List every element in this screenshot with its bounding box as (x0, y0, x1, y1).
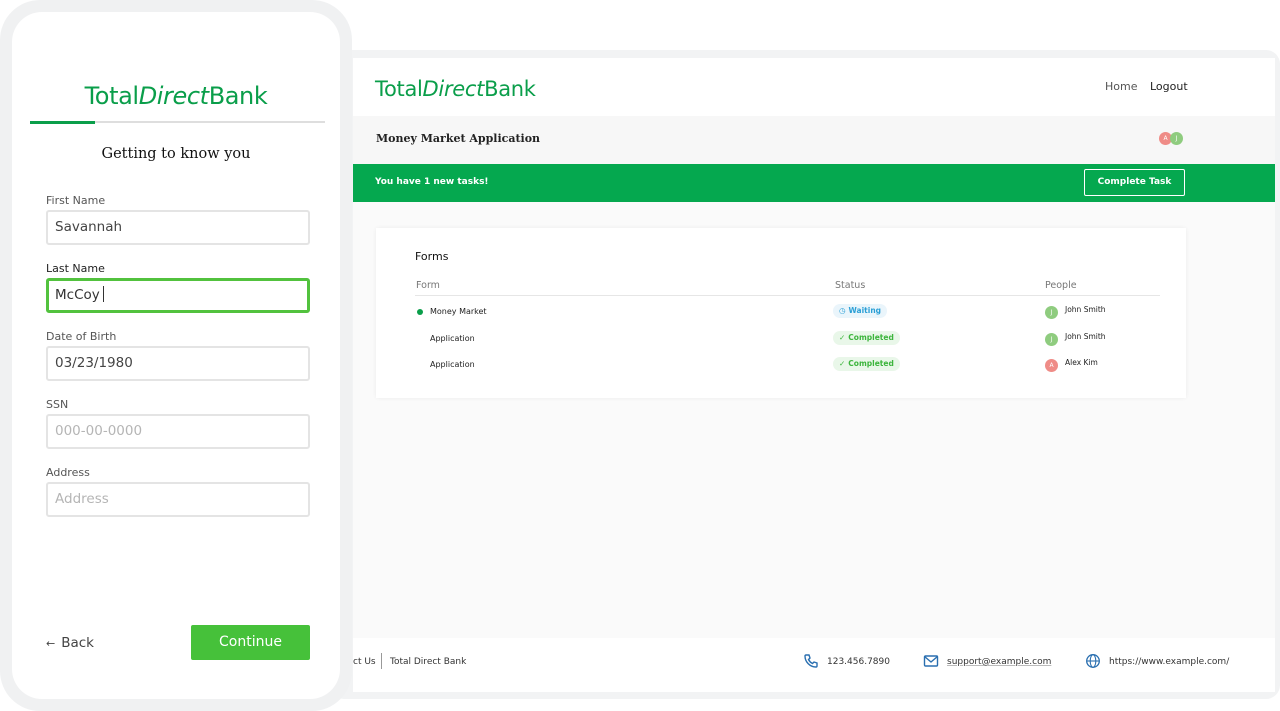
status-badge: ◷ Waiting (833, 304, 888, 318)
avatar[interactable]: J (1170, 132, 1183, 145)
continue-button[interactable]: Continue (191, 625, 310, 660)
last-name-label: Last Name (46, 262, 105, 275)
avatar: J (1045, 333, 1058, 346)
person-name: John Smith (1065, 332, 1106, 341)
column-header-people: People (1045, 280, 1077, 291)
form-name: Application (430, 334, 475, 343)
task-banner: You have 1 new tasks! Complete Task (353, 164, 1275, 202)
dob-label: Date of Birth (46, 330, 117, 343)
phone-screen: TotalDirectBank Getting to know you Firs… (12, 12, 340, 699)
footer-phone[interactable]: 123.456.7890 (827, 657, 890, 667)
back-button[interactable]: ← Back (46, 635, 94, 651)
arrow-left-icon: ← (46, 637, 56, 650)
desktop-window: TotalDirectBank Home Logout Money Market… (353, 58, 1275, 692)
person-name: Alex Kim (1065, 358, 1098, 367)
phone-icon (804, 654, 818, 668)
column-header-form: Form (416, 280, 440, 291)
dob-field[interactable]: 03/23/1980 (46, 346, 310, 381)
status-badge: ✓ Completed (833, 357, 900, 371)
progress-bar (30, 121, 95, 124)
nav-logout-link[interactable]: Logout (1150, 80, 1188, 93)
check-icon: ✓ (839, 359, 846, 368)
column-header-status: Status (835, 280, 866, 291)
first-name-field[interactable]: Savannah (46, 210, 310, 245)
complete-task-button[interactable]: Complete Task (1084, 169, 1185, 196)
forms-card: Forms Form Status People Money Market ◷ W… (376, 228, 1186, 398)
footer-contact-link[interactable]: ct Us (353, 657, 376, 667)
task-banner-text: You have 1 new tasks! (375, 177, 489, 187)
phone-frame: TotalDirectBank Getting to know you Firs… (0, 0, 352, 711)
desktop-header: TotalDirectBank Home Logout (353, 58, 1275, 116)
address-field[interactable]: Address (46, 482, 310, 517)
clock-icon: ◷ (839, 306, 846, 315)
text-cursor (102, 286, 104, 302)
globe-icon (1086, 654, 1100, 668)
footer-divider (381, 653, 382, 669)
phone-logo: TotalDirectBank (84, 82, 268, 110)
form-name: Money Market (430, 307, 487, 316)
check-icon: ✓ (839, 333, 846, 342)
form-name: Application (430, 360, 475, 369)
address-label: Address (46, 466, 90, 479)
avatar: A (1045, 359, 1058, 372)
forms-title: Forms (415, 250, 449, 263)
avatar: J (1045, 306, 1058, 319)
application-title: Money Market Application (376, 132, 541, 145)
table-row[interactable]: Money Market ◷ Waiting J John Smith (376, 301, 1186, 323)
last-name-field[interactable]: McCoy (46, 278, 310, 313)
person-name: John Smith (1065, 305, 1106, 314)
active-dot-icon (417, 309, 423, 315)
footer-email-link[interactable]: support@example.com (947, 657, 1051, 667)
ssn-field[interactable]: 000-00-0000 (46, 414, 310, 449)
table-row[interactable]: Application ✓ Completed J John Smith (376, 328, 1186, 350)
page-title: Getting to know you (101, 146, 251, 162)
footer-website-link[interactable]: https://www.example.com/ (1109, 657, 1229, 667)
footer-company: Total Direct Bank (390, 657, 467, 667)
footer: ct Us Total Direct Bank 123.456.7890 sup… (353, 638, 1275, 692)
nav-home-link[interactable]: Home (1105, 80, 1137, 93)
header-divider (415, 295, 1160, 296)
first-name-label: First Name (46, 194, 106, 207)
ssn-label: SSN (46, 398, 69, 411)
desktop-logo[interactable]: TotalDirectBank (375, 77, 536, 101)
status-badge: ✓ Completed (833, 331, 900, 345)
mail-icon (923, 655, 939, 667)
table-row[interactable]: Application ✓ Completed A Alex Kim (376, 354, 1186, 376)
